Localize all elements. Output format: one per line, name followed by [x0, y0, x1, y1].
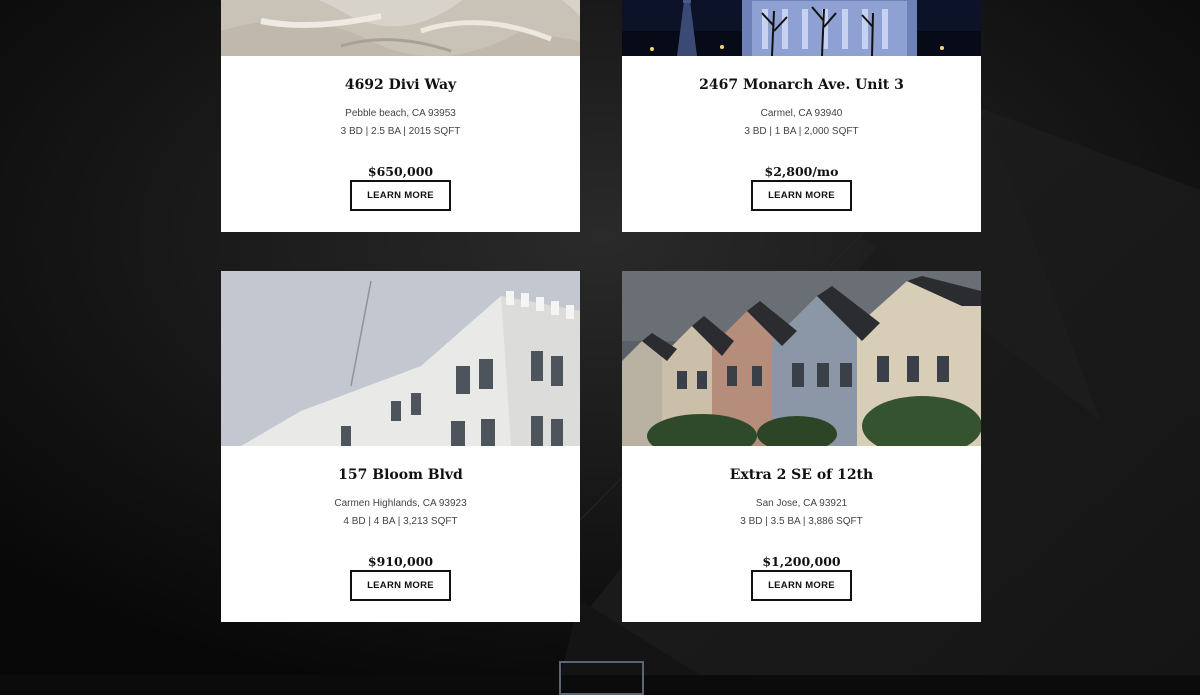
view-more-button[interactable]	[559, 661, 644, 695]
listing-card: 4692 Divi Way Pebble beach, CA 93953 3 B…	[221, 0, 580, 232]
listing-specs: 3 BD | 2.5 BA | 2015 SQFT	[340, 126, 461, 137]
listing-price: $2,800/mo	[764, 164, 839, 179]
listing-card: 157 Bloom Blvd Carmen Highlands, CA 9392…	[221, 271, 580, 622]
listing-specs: 3 BD | 3.5 BA | 3,886 SQFT	[740, 516, 863, 527]
listing-card: Extra 2 SE of 12th San Jose, CA 93921 3 …	[622, 271, 981, 622]
listing-location: Carmel, CA 93940	[760, 108, 843, 119]
learn-more-button[interactable]: LEARN MORE	[751, 180, 852, 211]
listing-title: 4692 Divi Way	[344, 77, 457, 93]
listing-specs: 4 BD | 4 BA | 3,213 SQFT	[343, 516, 458, 527]
listing-title: 157 Bloom Blvd	[338, 467, 463, 483]
listing-price: $650,000	[367, 164, 434, 179]
listing-price: $910,000	[367, 554, 434, 569]
listing-price: $1,200,000	[762, 554, 841, 569]
listing-photo-victorian-houses	[622, 271, 981, 446]
listing-photo-white-building	[221, 271, 580, 446]
background-pattern	[0, 0, 1200, 675]
learn-more-button[interactable]: LEARN MORE	[751, 570, 852, 601]
listing-photo-night-building	[622, 0, 981, 56]
learn-more-button[interactable]: LEARN MORE	[350, 180, 451, 211]
listing-card: 2467 Monarch Ave. Unit 3 Carmel, CA 9394…	[622, 0, 981, 232]
listing-location: Carmen Highlands, CA 93923	[334, 498, 467, 509]
listing-location: San Jose, CA 93921	[755, 498, 848, 509]
listing-title: Extra 2 SE of 12th	[729, 467, 874, 483]
listing-photo-fabric	[221, 0, 580, 56]
learn-more-button[interactable]: LEARN MORE	[350, 570, 451, 601]
listing-title: 2467 Monarch Ave. Unit 3	[699, 77, 904, 93]
listing-location: Pebble beach, CA 93953	[345, 108, 456, 119]
listing-specs: 3 BD | 1 BA | 2,000 SQFT	[744, 126, 859, 137]
